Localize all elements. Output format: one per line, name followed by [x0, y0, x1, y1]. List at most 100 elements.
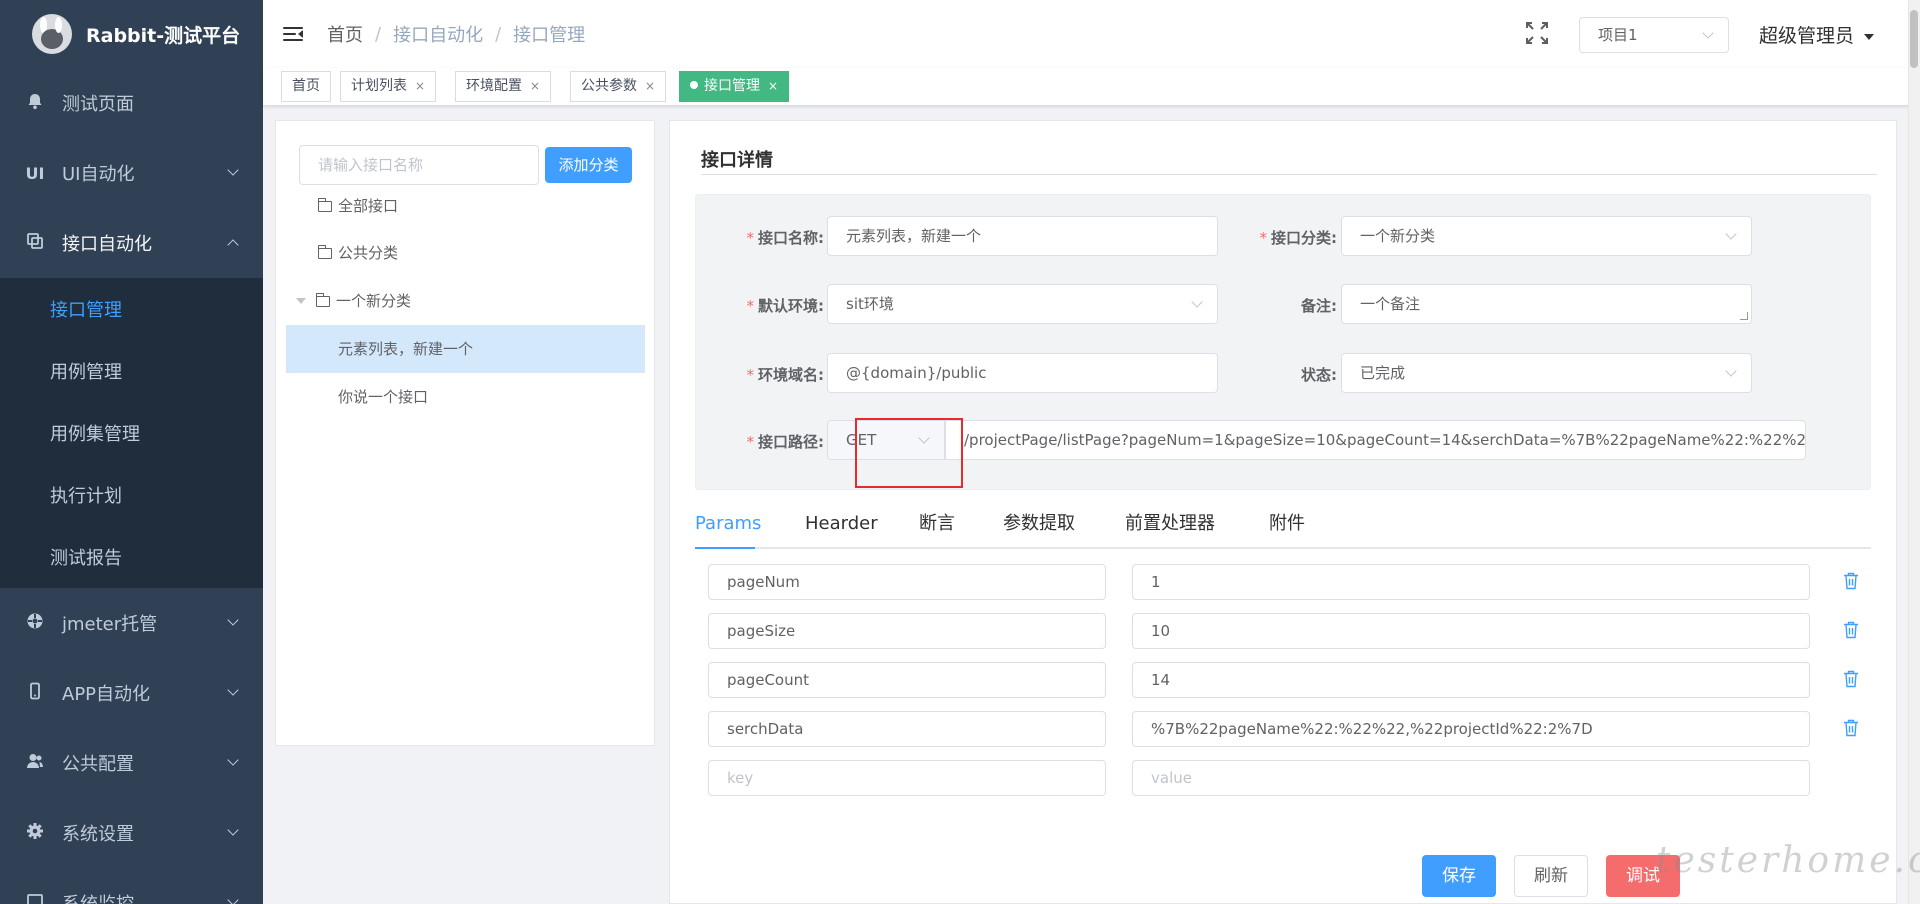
- divider: [701, 174, 1877, 175]
- copy-icon: [24, 232, 46, 255]
- folder-icon: [317, 198, 332, 212]
- tree-node-api[interactable]: 你说一个接口: [286, 373, 645, 421]
- tab-header[interactable]: Hearder: [805, 503, 878, 549]
- breadcrumb: 首页 / 接口自动化 / 接口管理: [327, 21, 585, 47]
- tag-public-params[interactable]: 公共参数 ×: [570, 71, 667, 102]
- env-domain-input[interactable]: @{domain}/public: [827, 353, 1218, 393]
- sidebar-item-label: 系统监控: [62, 890, 134, 904]
- sidebar-item-label: jmeter托管: [62, 614, 158, 635]
- param-key-input[interactable]: serchData: [708, 711, 1106, 747]
- tab-attachment[interactable]: 附件: [1269, 503, 1305, 549]
- label-status: 状态:: [1301, 366, 1337, 384]
- tag-env-config[interactable]: 环境配置 ×: [455, 71, 552, 102]
- label-default-env: * 默认环境:: [746, 297, 825, 315]
- sidebar-item-execution-plan[interactable]: 执行计划: [0, 464, 263, 526]
- param-key-input-empty[interactable]: key: [708, 760, 1106, 796]
- folder-icon: [317, 245, 332, 259]
- watermark: testerhome.com: [1656, 840, 1920, 881]
- remark-textarea[interactable]: 一个备注: [1341, 284, 1752, 324]
- tab-param-extract[interactable]: 参数提取: [1003, 503, 1075, 549]
- sidebar-item-label: APP自动化: [62, 684, 151, 705]
- add-category-button[interactable]: 添加分类: [545, 147, 632, 183]
- tag-home[interactable]: 首页: [281, 71, 331, 102]
- sidebar-item-label: 测试页面: [62, 94, 134, 115]
- close-icon[interactable]: ×: [645, 79, 655, 93]
- project-select[interactable]: 项目1: [1579, 17, 1729, 53]
- close-icon[interactable]: ×: [530, 79, 540, 93]
- default-env-select[interactable]: sit环境: [827, 284, 1218, 324]
- caret-down-icon[interactable]: [296, 298, 306, 304]
- ui-text-icon: UI: [25, 163, 45, 183]
- breadcrumb-home[interactable]: 首页: [327, 21, 363, 47]
- sidebar-item-ui-automation[interactable]: UI UI自动化: [0, 138, 263, 208]
- api-search-input[interactable]: 请输入接口名称: [299, 145, 539, 185]
- hamburger-icon[interactable]: [283, 24, 305, 44]
- fullscreen-icon[interactable]: [1525, 21, 1549, 45]
- status-value: 已完成: [1360, 364, 1406, 382]
- param-value-input[interactable]: %7B%22pageName%22:%22%22,%22projectId%22…: [1132, 711, 1810, 747]
- chevron-down-icon: [1191, 296, 1203, 308]
- param-key-input[interactable]: pageNum: [708, 564, 1106, 600]
- trash-icon[interactable]: [1843, 572, 1859, 590]
- dashboard-icon: [24, 612, 46, 635]
- tree-node-label: 全部接口: [338, 197, 399, 215]
- refresh-button[interactable]: 刷新: [1514, 855, 1588, 897]
- trash-icon[interactable]: [1843, 621, 1859, 639]
- chevron-down-icon: [227, 164, 239, 176]
- trash-icon[interactable]: [1843, 670, 1859, 688]
- api-category-select[interactable]: 一个新分类: [1341, 216, 1752, 256]
- sidebar-item-system-monitor[interactable]: 系统监控: [0, 868, 263, 904]
- close-icon[interactable]: ×: [768, 79, 778, 93]
- scrollbar[interactable]: [1908, 0, 1920, 904]
- tag-plan-list[interactable]: 计划列表 ×: [340, 71, 437, 102]
- remark-value: 一个备注: [1360, 295, 1421, 313]
- sidebar-item-test-page[interactable]: 测试页面: [0, 68, 263, 138]
- sidebar-item-api-automation[interactable]: 接口自动化: [0, 208, 263, 278]
- sidebar-item-system-settings[interactable]: 系统设置: [0, 798, 263, 868]
- tree-node-label: 公共分类: [338, 244, 399, 262]
- sidebar: Rabbit-测试平台 测试页面 UI UI自动化 接口自动化 接口管理 用例管…: [0, 0, 263, 904]
- user-name: 超级管理员: [1759, 25, 1855, 47]
- sidebar-item-api-management[interactable]: 接口管理: [0, 278, 263, 340]
- api-tree-panel: 请输入接口名称 添加分类 全部接口 公共分类 一个新分类 元素列表，新建一个 你…: [275, 120, 655, 746]
- tag-api-management[interactable]: 接口管理 ×: [679, 71, 790, 102]
- sidebar-item-case-set-management[interactable]: 用例集管理: [0, 402, 263, 464]
- sidebar-item-case-management[interactable]: 用例管理: [0, 340, 263, 402]
- sidebar-item-jmeter[interactable]: jmeter托管: [0, 588, 263, 658]
- param-value-input[interactable]: 10: [1132, 613, 1810, 649]
- param-key-input[interactable]: pageCount: [708, 662, 1106, 698]
- api-path-input[interactable]: /projectPage/listPage?pageNum=1&pageSize…: [945, 420, 1806, 460]
- user-menu[interactable]: 超级管理员: [1759, 21, 1875, 48]
- tree-node-public[interactable]: 公共分类: [286, 229, 645, 277]
- sidebar-item-test-report[interactable]: 测试报告: [0, 526, 263, 588]
- label-env-domain: * 环境域名:: [746, 366, 825, 384]
- bell-icon: [24, 92, 46, 115]
- navbar: 首页 / 接口自动化 / 接口管理 项目1 超级管理员: [263, 0, 1920, 68]
- trash-icon[interactable]: [1843, 719, 1859, 737]
- breadcrumb-current: 接口管理: [513, 25, 586, 46]
- api-name-input[interactable]: 元素列表，新建一个: [827, 216, 1218, 256]
- save-button[interactable]: 保存: [1422, 855, 1496, 897]
- label-api-path: * 接口路径:: [746, 433, 825, 451]
- tag-label: 接口管理: [704, 78, 760, 94]
- tab-params[interactable]: Params: [695, 503, 761, 549]
- param-value-input[interactable]: 1: [1132, 564, 1810, 600]
- scrollbar-thumb[interactable]: [1910, 10, 1918, 68]
- logo: Rabbit-测试平台: [0, 0, 263, 68]
- tab-assertion[interactable]: 断言: [919, 503, 955, 549]
- api-category-value: 一个新分类: [1360, 227, 1436, 245]
- status-select[interactable]: 已完成: [1341, 353, 1752, 393]
- tree-node-api[interactable]: 元素列表，新建一个: [286, 325, 645, 373]
- close-icon[interactable]: ×: [415, 79, 425, 93]
- tree-node-all[interactable]: 全部接口: [286, 182, 645, 230]
- sidebar-item-app-automation[interactable]: APP自动化: [0, 658, 263, 728]
- param-key-input[interactable]: pageSize: [708, 613, 1106, 649]
- folder-icon: [315, 293, 330, 307]
- sidebar-item-public-config[interactable]: 公共配置: [0, 728, 263, 798]
- tab-preprocessor[interactable]: 前置处理器: [1125, 503, 1215, 549]
- tree-node-new-category[interactable]: 一个新分类: [286, 277, 645, 325]
- param-value-input[interactable]: 14: [1132, 662, 1810, 698]
- resize-handle-icon[interactable]: [1740, 312, 1748, 320]
- param-value-input-empty[interactable]: value: [1132, 760, 1810, 796]
- label-api-category: * 接口分类:: [1259, 229, 1338, 247]
